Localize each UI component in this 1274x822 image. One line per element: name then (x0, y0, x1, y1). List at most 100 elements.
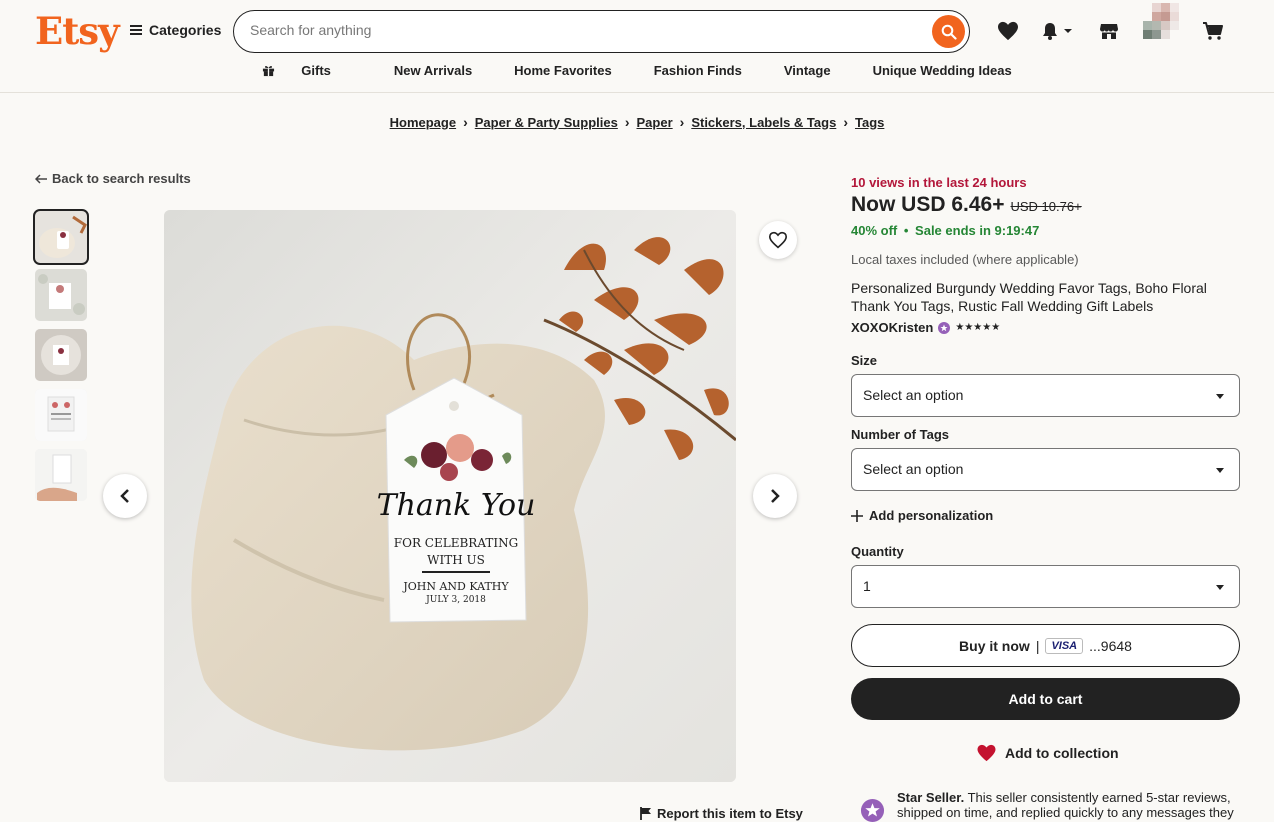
sale-info: 40% off • Sale ends in 9:19:47 (851, 223, 1039, 238)
categories-label: Categories (149, 22, 222, 38)
search-button[interactable] (932, 15, 965, 48)
chevron-right-icon: › (843, 114, 848, 130)
current-price: Now USD 6.46+ (851, 193, 1005, 216)
breadcrumb-paper-party[interactable]: Paper & Party Supplies (475, 115, 618, 130)
nav-gifts-label: Gifts (301, 63, 331, 78)
breadcrumb-stickers[interactable]: Stickers, Labels & Tags (691, 115, 836, 130)
nav-home-favorites[interactable]: Home Favorites (493, 63, 633, 78)
cart-button[interactable] (1202, 20, 1224, 42)
notifications-button[interactable] (1040, 20, 1073, 42)
favorites-button[interactable] (997, 20, 1019, 42)
chevron-right-icon: › (624, 114, 630, 130)
bell-icon (1043, 23, 1057, 40)
cart-icon (1203, 22, 1223, 40)
plus-icon (851, 509, 863, 522)
etsy-logo[interactable]: Etsy (35, 9, 120, 53)
thumbnail-3[interactable] (35, 329, 87, 381)
menu-icon (130, 25, 142, 35)
thumbnail-5[interactable] (35, 449, 87, 501)
views-notice: 10 views in the last 24 hours (851, 175, 1027, 190)
tag-line-4: JOHN AND KATHY (402, 580, 509, 593)
thumbnail-2[interactable] (35, 269, 87, 321)
category-nav: Gifts New Arrivals Home Favorites Fashio… (0, 63, 1274, 78)
tag-line-3: WITH US (427, 553, 485, 567)
star-seller-icon (860, 798, 885, 822)
next-image-button[interactable] (753, 474, 797, 518)
prev-image-button[interactable] (103, 474, 147, 518)
chevron-right-icon: › (463, 114, 468, 130)
shop-manager-button[interactable] (1099, 20, 1119, 42)
breadcrumb-tags[interactable]: Tags (855, 115, 884, 130)
buy-it-now-button[interactable]: Buy it now | VISA ...9648 (851, 624, 1240, 667)
tax-note: Local taxes included (where applicable) (851, 252, 1079, 267)
chevron-right-icon: › (679, 114, 685, 130)
breadcrumb: Homepage › Paper & Party Supplies › Paper ›… (0, 114, 1274, 130)
size-select-value: Select an option (863, 387, 964, 403)
tag-line-5: JULY 3, 2018 (425, 595, 486, 605)
user-avatar-icon (1143, 3, 1185, 39)
add-to-cart-button[interactable]: Add to cart (851, 678, 1240, 720)
back-to-search-link[interactable]: Back to search results (35, 171, 191, 186)
arrow-left-icon (35, 173, 47, 184)
quantity-label: Quantity (851, 544, 904, 559)
add-personalization-button[interactable]: Add personalization (851, 508, 993, 523)
nav-vintage[interactable]: Vintage (763, 63, 852, 78)
star-seller-text: Star Seller. This seller consistently ea… (897, 790, 1240, 822)
star-seller-bold: Star Seller. (897, 790, 965, 805)
nav-gifts[interactable]: Gifts (241, 63, 373, 78)
add-to-collection-button[interactable]: Add to collection (976, 744, 1119, 762)
chevron-right-icon (771, 489, 780, 503)
search-bar (233, 10, 970, 53)
thumbnail-image (35, 269, 87, 321)
bullet: • (903, 223, 909, 238)
buy-now-label: Buy it now (959, 637, 1030, 654)
quantity-select-value: 1 (863, 578, 871, 594)
back-link-label: Back to search results (52, 171, 191, 186)
site-header: Etsy Categories Gifts New (0, 0, 1274, 93)
tag-line-2: FOR CELEBRATING (394, 536, 518, 550)
size-label: Size (851, 353, 878, 368)
breadcrumb-homepage[interactable]: Homepage (390, 115, 456, 130)
quantity-select[interactable]: 1 (851, 565, 1240, 608)
tags-label: Number of Tags (851, 427, 949, 442)
categories-button[interactable]: Categories (130, 22, 221, 38)
sale-ends-text: Sale ends in 9:19:47 (915, 223, 1040, 238)
nav-new-arrivals[interactable]: New Arrivals (373, 63, 493, 78)
caret-down-icon (1216, 394, 1224, 399)
nav-unique-wedding-ideas[interactable]: Unique Wedding Ideas (852, 63, 1033, 78)
shop-info: XOXOKristen ★★★★★ (851, 320, 1000, 335)
search-input[interactable] (250, 22, 900, 38)
shop-name-link[interactable]: XOXOKristen (851, 320, 933, 335)
add-personalization-label: Add personalization (869, 508, 994, 523)
gift-icon (263, 66, 275, 77)
thumbnail-image (35, 449, 87, 501)
visa-icon: VISA (1045, 637, 1084, 654)
favorite-button[interactable] (759, 221, 797, 259)
size-select[interactable]: Select an option (851, 374, 1240, 417)
discount-text: 40% off (851, 223, 898, 238)
caret-down-icon (1216, 585, 1224, 590)
original-price: USD 10.76+ (1010, 199, 1082, 214)
tags-select-value: Select an option (863, 461, 964, 477)
product-main-image[interactable]: Thank You FOR CELEBRATING WITH US JOHN A… (164, 210, 736, 782)
star-seller-notice: Star Seller. This seller consistently ea… (860, 790, 1240, 822)
store-icon (1100, 24, 1118, 39)
report-item-link[interactable]: Report this item to Etsy (640, 806, 803, 821)
product-photo: Thank You FOR CELEBRATING WITH US JOHN A… (164, 210, 736, 782)
thumbnail-1[interactable] (33, 209, 89, 265)
thumbnail-image (35, 329, 87, 381)
chevron-down-icon (1064, 29, 1072, 33)
thumbnail-4[interactable] (35, 389, 87, 441)
tag-thank-you-text: Thank You (377, 488, 536, 523)
heart-icon (998, 21, 1018, 41)
nav-fashion-finds[interactable]: Fashion Finds (633, 63, 763, 78)
avatar[interactable] (1143, 3, 1185, 39)
chevron-left-icon (120, 489, 129, 503)
tags-select[interactable]: Select an option (851, 448, 1240, 491)
card-digits: ...9648 (1089, 637, 1132, 654)
breadcrumb-paper[interactable]: Paper (637, 115, 673, 130)
separator: | (1035, 637, 1040, 654)
rating-stars[interactable]: ★★★★★ (955, 322, 1000, 333)
caret-down-icon (1216, 468, 1224, 473)
search-icon (941, 24, 957, 40)
